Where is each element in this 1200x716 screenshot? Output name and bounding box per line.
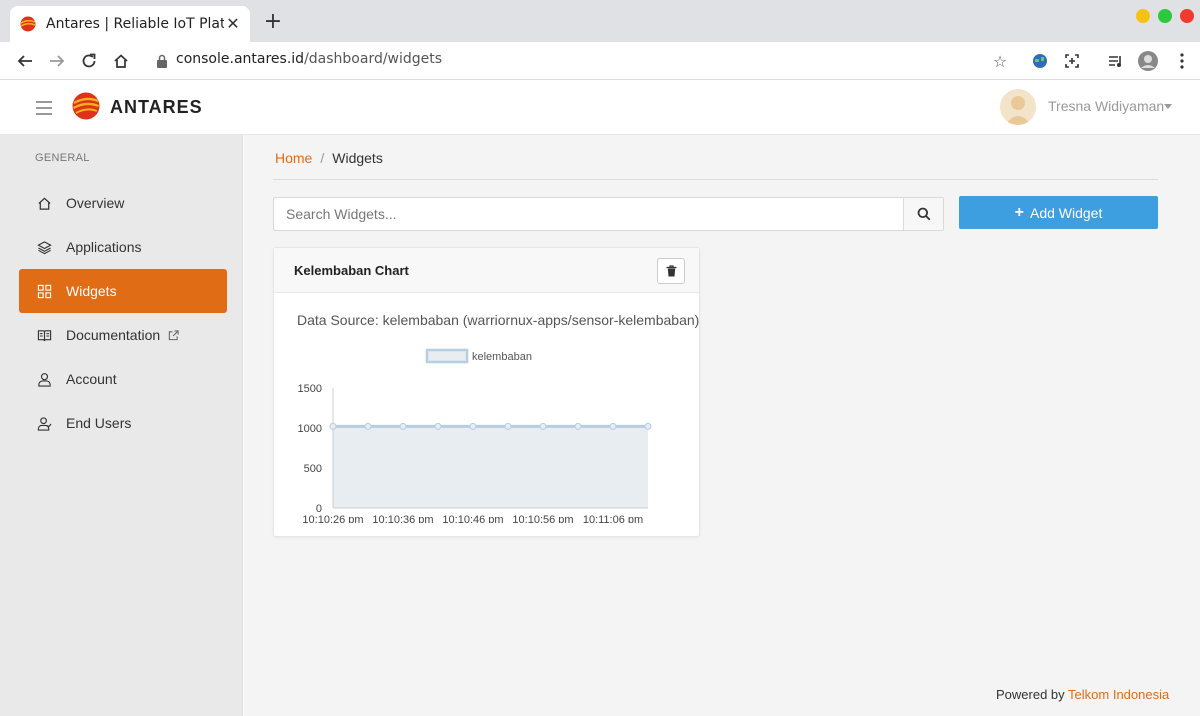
users-icon: [36, 415, 52, 431]
plus-icon: +: [1014, 203, 1024, 221]
antares-logo-icon: [72, 92, 100, 120]
widget-data-source: Data Source: kelembaban (warriornux-apps…: [297, 312, 700, 328]
sidebar-item-account[interactable]: Account: [19, 357, 227, 401]
user-avatar[interactable]: [1000, 89, 1036, 125]
kelembaban-chart: kelembaban05001000150010:10:26 pm 10:10:3…: [298, 348, 652, 523]
breadcrumb-home-link[interactable]: Home: [275, 150, 312, 166]
window-maximize-button[interactable]: [1158, 9, 1172, 23]
footer: Powered by Telkom Indonesia: [996, 687, 1169, 702]
sidebar-item-label: Overview: [66, 195, 125, 211]
search-button[interactable]: [903, 198, 943, 230]
data-point: [539, 422, 547, 430]
url-host: console.antares.id: [176, 51, 305, 67]
data-point: [364, 422, 372, 430]
data-point: [329, 422, 337, 430]
window-minimize-button[interactable]: [1136, 9, 1150, 23]
sidebar-item-widgets[interactable]: Widgets: [19, 269, 227, 313]
sidebar-item-label: Widgets: [66, 283, 117, 299]
footer-link[interactable]: Telkom Indonesia: [1068, 687, 1169, 702]
add-widget-button[interactable]: + Add Widget: [959, 196, 1158, 229]
y-tick-label: 1000: [298, 423, 322, 435]
url-text[interactable]: console.antares.id/dashboard/widgets: [176, 51, 442, 67]
data-point: [609, 422, 617, 430]
new-tab-button[interactable]: +: [262, 11, 284, 34]
book-icon: [36, 327, 52, 343]
widget-card-header: Kelembaban Chart: [274, 248, 699, 293]
breadcrumb-current: Widgets: [332, 150, 383, 166]
reload-icon[interactable]: [77, 49, 101, 73]
external-link-icon: [168, 329, 179, 340]
browser-tab[interactable]: Antares | Reliable IoT Platf ✕: [10, 6, 250, 42]
sidebar-heading: GENERAL: [35, 152, 90, 164]
user-name[interactable]: Tresna Widiyaman: [1048, 98, 1164, 114]
sidebar-item-overview[interactable]: Overview: [19, 181, 227, 225]
add-widget-label: Add Widget: [1029, 204, 1103, 221]
profile-avatar-icon[interactable]: [1138, 51, 1158, 71]
data-point: [504, 422, 512, 430]
url-path: /dashboard/widgets: [304, 51, 443, 67]
screenshot-extension-icon[interactable]: [1062, 51, 1082, 71]
breadcrumb-divider: [273, 179, 1158, 180]
sidebar-item-label: Applications: [66, 239, 142, 255]
y-tick-label: 1500: [298, 383, 322, 395]
data-point: [399, 422, 407, 430]
browser-tab-bar: Antares | Reliable IoT Platf ✕ +: [0, 0, 1200, 42]
data-point: [574, 422, 582, 430]
sidebar-item-label: Account: [66, 371, 117, 387]
data-point: [469, 422, 477, 430]
forward-icon[interactable]: [45, 49, 69, 73]
y-tick-label: 500: [304, 463, 322, 475]
antares-favicon-icon: [20, 16, 36, 32]
breadcrumb: Home / Widgets: [275, 150, 383, 166]
tab-title: Antares | Reliable IoT Platf: [46, 16, 224, 32]
app-header: ANTARES Tresna Widiyaman: [0, 80, 1200, 135]
sidebar: GENERAL Overview Applications Widgets Do…: [0, 135, 243, 716]
main-content: Home / Widgets + Add Widget Kelembaban Cha…: [244, 135, 1200, 716]
sidebar-item-label: End Users: [66, 415, 132, 431]
sidebar-item-label: Documentation: [66, 327, 161, 343]
home-browser-icon[interactable]: [109, 49, 133, 73]
breadcrumb-separator: /: [320, 150, 325, 166]
window-close-button[interactable]: [1180, 9, 1194, 23]
browser-menu-icon[interactable]: [1172, 51, 1192, 71]
media-queue-icon[interactable]: [1106, 51, 1126, 71]
chevron-down-icon[interactable]: [1164, 104, 1172, 109]
close-tab-icon[interactable]: ✕: [224, 15, 242, 33]
x-tick-label: 10:10:36 pm: [372, 514, 433, 523]
sidebar-item-documentation[interactable]: Documentation: [19, 313, 227, 357]
x-tick-label: 10:11:06 pm: [583, 514, 643, 523]
legend-swatch: [425, 348, 469, 364]
grid-icon: [36, 283, 52, 299]
sidebar-item-end-users[interactable]: End Users: [19, 401, 227, 445]
sidebar-item-applications[interactable]: Applications: [19, 225, 227, 269]
delete-widget-button[interactable]: [657, 258, 685, 284]
back-icon[interactable]: [13, 49, 37, 73]
search-box: [273, 197, 944, 231]
data-point: [644, 422, 652, 430]
home-icon: [36, 195, 52, 211]
widget-title: Kelembaban Chart: [294, 263, 409, 278]
search-icon: [917, 207, 930, 221]
trash-icon: [666, 265, 676, 277]
layers-icon: [36, 239, 52, 255]
lock-icon: [157, 54, 167, 68]
hamburger-menu-icon[interactable]: [36, 101, 52, 115]
bookmark-star-icon[interactable]: ☆: [990, 51, 1010, 71]
x-tick-label: 10:10:46 pm: [442, 514, 503, 523]
series-area: [333, 426, 648, 508]
footer-text: Powered by: [996, 687, 1065, 702]
address-bar: console.antares.id/dashboard/widgets ☆: [0, 42, 1200, 80]
extension-globe-icon[interactable]: [1030, 51, 1050, 71]
data-point: [434, 422, 442, 430]
legend-label: kelembaban: [472, 351, 532, 363]
widget-card: Kelembaban Chart Data Source: kelembaban…: [273, 247, 700, 537]
brand-name: ANTARES: [110, 97, 203, 117]
x-tick-label: 10:10:26 pm: [302, 514, 363, 523]
x-tick-label: 10:10:56 pm: [512, 514, 573, 523]
user-icon: [36, 371, 52, 387]
search-input[interactable]: [274, 198, 904, 230]
